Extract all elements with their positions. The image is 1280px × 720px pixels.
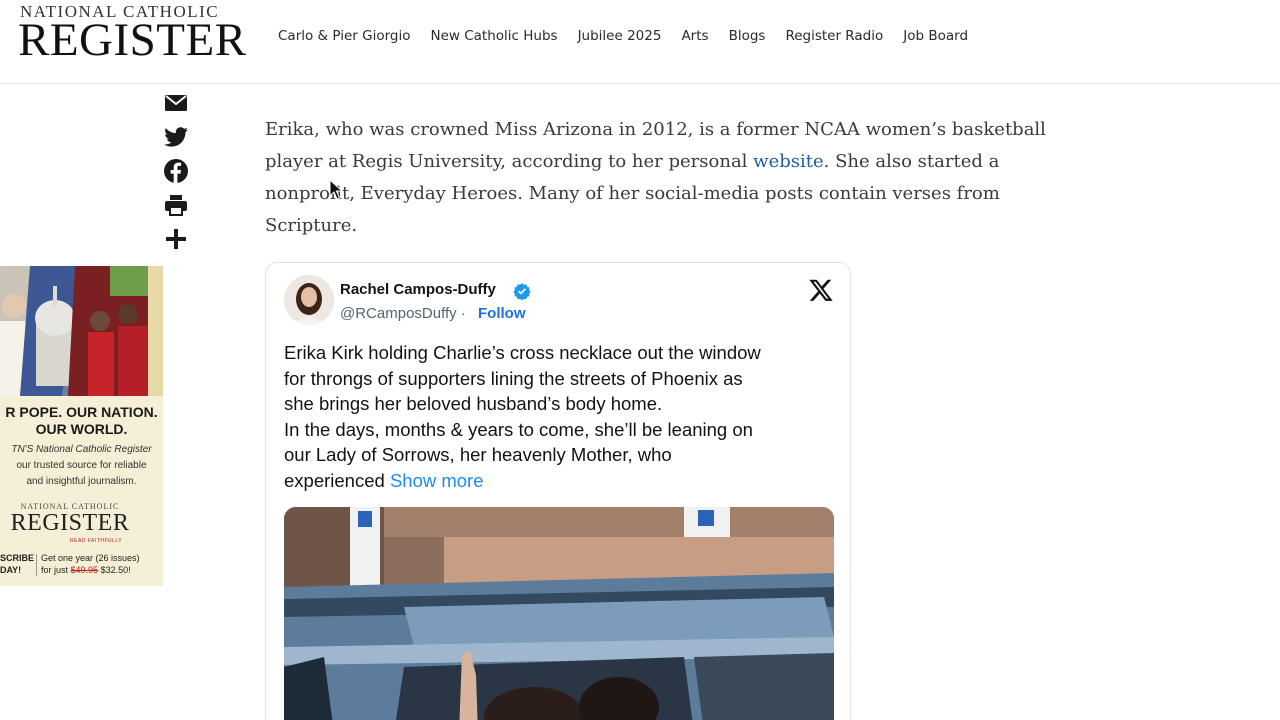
tweet-line-text: experienced (284, 469, 390, 491)
logo-title: REGISTER (18, 14, 247, 66)
verified-badge-icon (513, 283, 531, 300)
tweet-line: Erika Kirk holding Charlie’s cross neckl… (284, 342, 761, 363)
x-logo-icon[interactable] (808, 277, 834, 303)
share-bar (163, 90, 191, 260)
ad-offer-text: Get one year (26 issues) for just $49.95 … (41, 552, 140, 576)
follow-button[interactable]: Follow (478, 305, 526, 322)
ad-offer-line: Get one year (26 issues) (41, 553, 140, 563)
site-header: NATIONAL CATHOLIC REGISTER Carlo & Pier … (0, 0, 1280, 84)
tweet-line: for throngs of supporters lining the str… (284, 367, 743, 389)
tweet-line-last: experienced Show more (284, 468, 839, 494)
website-link[interactable]: website (753, 151, 823, 172)
main-nav: Carlo & Pier Giorgio New Catholic Hubs J… (278, 28, 968, 44)
nav-new-catholic-hubs[interactable]: New Catholic Hubs (430, 28, 557, 44)
ad-subscribe-label: SCRIBE DAY! (0, 553, 35, 575)
handle-text: @RCamposDuffy (340, 305, 457, 322)
twitter-icon[interactable] (163, 124, 189, 150)
tweet-author-handle: @RCamposDuffy · (340, 305, 466, 322)
nav-job-board[interactable]: Job Board (903, 28, 968, 44)
embedded-tweet[interactable]: Rachel Campos-Duffy @RCamposDuffy · Foll… (265, 262, 851, 720)
mouse-cursor-icon (329, 179, 343, 200)
ad-body: TN'S National Catholic Register our trust… (0, 442, 163, 490)
ad-divider (36, 554, 37, 576)
tweet-text: Erika Kirk holding Charlie’s cross neckl… (284, 340, 839, 494)
ad-logo-title: REGISTER (10, 510, 130, 536)
ad-body-text: our trusted source for reliable and insi… (16, 460, 147, 487)
tweet-author-name[interactable]: Rachel Campos-Duffy (340, 281, 496, 298)
ad-logo-tagline: READ FAITHFULLY (70, 538, 123, 544)
tweet-line: our Lady of Sorrows, her heavenly Mother… (284, 444, 672, 466)
tweet-line: In the days, months & years to come, she… (284, 418, 753, 440)
email-icon[interactable] (163, 90, 189, 116)
ad-headline: R POPE. OUR NATION. OUR WORLD. (5, 404, 158, 437)
plus-icon[interactable] (163, 226, 189, 252)
handle-separator: · (456, 305, 466, 322)
nav-carlo-pier-giorgio[interactable]: Carlo & Pier Giorgio (278, 28, 410, 44)
ad-old-price: $49.95 (70, 565, 99, 575)
nav-arts[interactable]: Arts (681, 28, 708, 44)
subscription-ad[interactable]: R POPE. OUR NATION. OUR WORLD. TN'S Nati… (0, 266, 163, 586)
ad-subscribe-offer: SCRIBE DAY! Get one year (26 issues) for … (0, 552, 163, 578)
tweet-photo[interactable] (284, 507, 834, 720)
ad-new-price: $32.50! (100, 565, 131, 575)
ad-photo-collage (0, 266, 163, 396)
nav-jubilee-2025[interactable]: Jubilee 2025 (578, 28, 662, 44)
ad-offer-prefix: for just (41, 565, 71, 575)
print-icon[interactable] (163, 192, 189, 218)
site-logo[interactable]: NATIONAL CATHOLIC REGISTER (18, 0, 260, 70)
avatar[interactable] (284, 275, 334, 325)
article-paragraph: Erika, who was crowned Miss Arizona in 2… (265, 114, 1065, 242)
nav-register-radio[interactable]: Register Radio (785, 28, 883, 44)
show-more-link[interactable]: Show more (390, 470, 484, 491)
facebook-icon[interactable] (163, 158, 189, 184)
tweet-line: she brings her beloved husband’s body ho… (284, 393, 663, 415)
ad-brand-line: TN'S National Catholic Register (11, 444, 152, 455)
nav-blogs[interactable]: Blogs (729, 28, 766, 44)
